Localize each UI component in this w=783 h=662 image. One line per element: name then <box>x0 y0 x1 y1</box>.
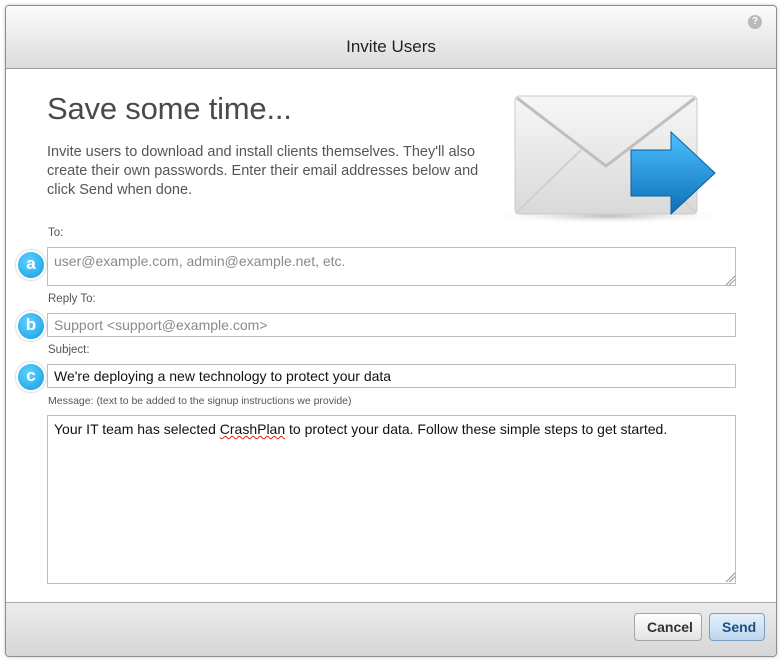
message-text-start: Your IT team has selected <box>54 421 220 437</box>
message-field[interactable]: Your IT team has selected CrashPlan to p… <box>47 415 736 584</box>
reply-to-label: Reply To: <box>48 293 96 305</box>
page-headline: Save some time... <box>47 91 292 126</box>
message-label: Message: (text to be added to the signup… <box>48 395 352 407</box>
invite-users-dialog: Invite Users ? Save some time... Invite … <box>5 5 777 657</box>
intro-text: Invite users to download and install cli… <box>47 144 479 198</box>
reply-to-field[interactable] <box>47 313 736 337</box>
badge-b: b <box>16 311 46 341</box>
envelope-arrow-icon <box>483 88 743 233</box>
subject-label: Subject: <box>48 344 90 356</box>
dialog-titlebar: Invite Users ? <box>6 6 776 69</box>
to-label: To: <box>48 227 64 239</box>
subject-field[interactable] <box>47 364 736 388</box>
badge-c: c <box>16 362 46 392</box>
badge-a: a <box>16 250 46 280</box>
dialog-title: Invite Users <box>346 37 436 56</box>
cancel-button[interactable]: Cancel <box>634 613 702 641</box>
send-button[interactable]: Send <box>709 613 765 641</box>
message-misspelled-word: CrashPlan <box>219 421 286 437</box>
to-field[interactable] <box>47 247 736 286</box>
help-icon[interactable]: ? <box>748 15 762 29</box>
dialog-footer: Cancel Send <box>6 602 776 656</box>
message-text-end: to protect your data. Follow these simpl… <box>285 421 668 437</box>
